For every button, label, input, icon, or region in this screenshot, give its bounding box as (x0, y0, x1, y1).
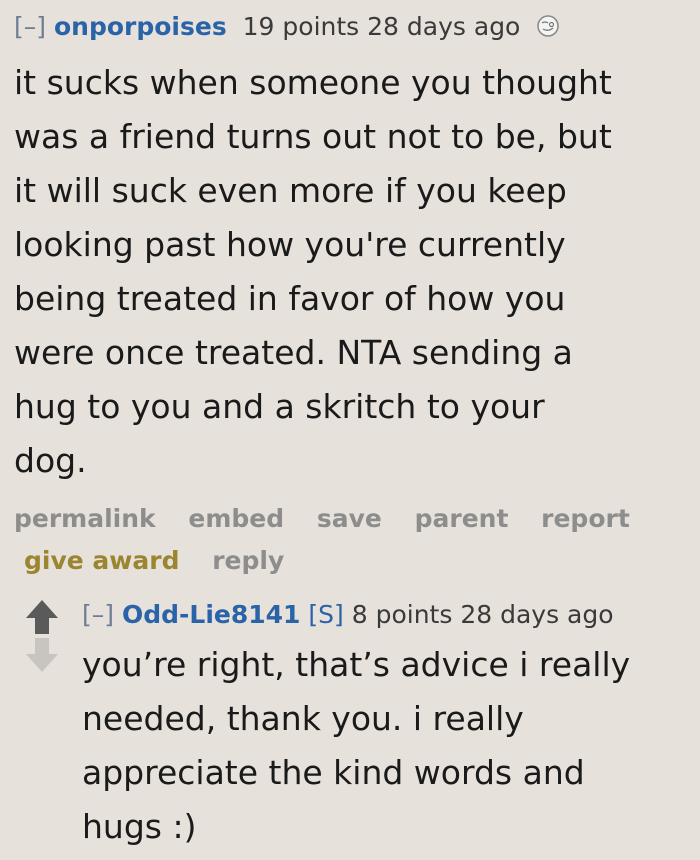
comment-tagline: [–] Odd-Lie8141 [S] 8 points 28 days ago (82, 596, 700, 634)
comment-buttons: permalink embed save parent report give … (14, 498, 694, 582)
score: 8 points (351, 600, 453, 629)
reply-button[interactable]: reply (212, 540, 284, 582)
give-award-button[interactable]: give award (24, 540, 179, 582)
report-button[interactable]: report (541, 498, 630, 540)
parent-button[interactable]: parent (415, 498, 509, 540)
submitter-tag[interactable]: [S] (308, 600, 343, 629)
downvote-arrow-icon[interactable] (22, 636, 62, 676)
comment-body: you’re right, that’s advice i really nee… (82, 645, 631, 846)
permalink-button[interactable]: permalink (14, 498, 156, 540)
collapse-toggle[interactable]: [–] (14, 12, 46, 41)
face-icon (536, 11, 560, 37)
upvote-arrow-icon[interactable] (22, 596, 62, 636)
author-link[interactable]: Odd-Lie8141 (122, 600, 300, 629)
comment-tagline: [–] onporpoises 19 points 28 days ago (14, 8, 694, 46)
save-button[interactable]: save (317, 498, 382, 540)
score: 19 points (242, 12, 360, 41)
comment: [–] onporpoises 19 points 28 days ago it… (14, 8, 694, 582)
timestamp: 28 days ago (460, 600, 614, 629)
vote-controls (22, 596, 66, 676)
embed-button[interactable]: embed (188, 498, 284, 540)
timestamp: 28 days ago (367, 12, 521, 41)
comment-body: it sucks when someone you thought was a … (14, 63, 612, 480)
comment-content: [–] Odd-Lie8141 [S] 8 points 28 days ago… (82, 596, 700, 854)
author-link[interactable]: onporpoises (54, 12, 227, 41)
collapse-toggle[interactable]: [–] (82, 600, 114, 629)
